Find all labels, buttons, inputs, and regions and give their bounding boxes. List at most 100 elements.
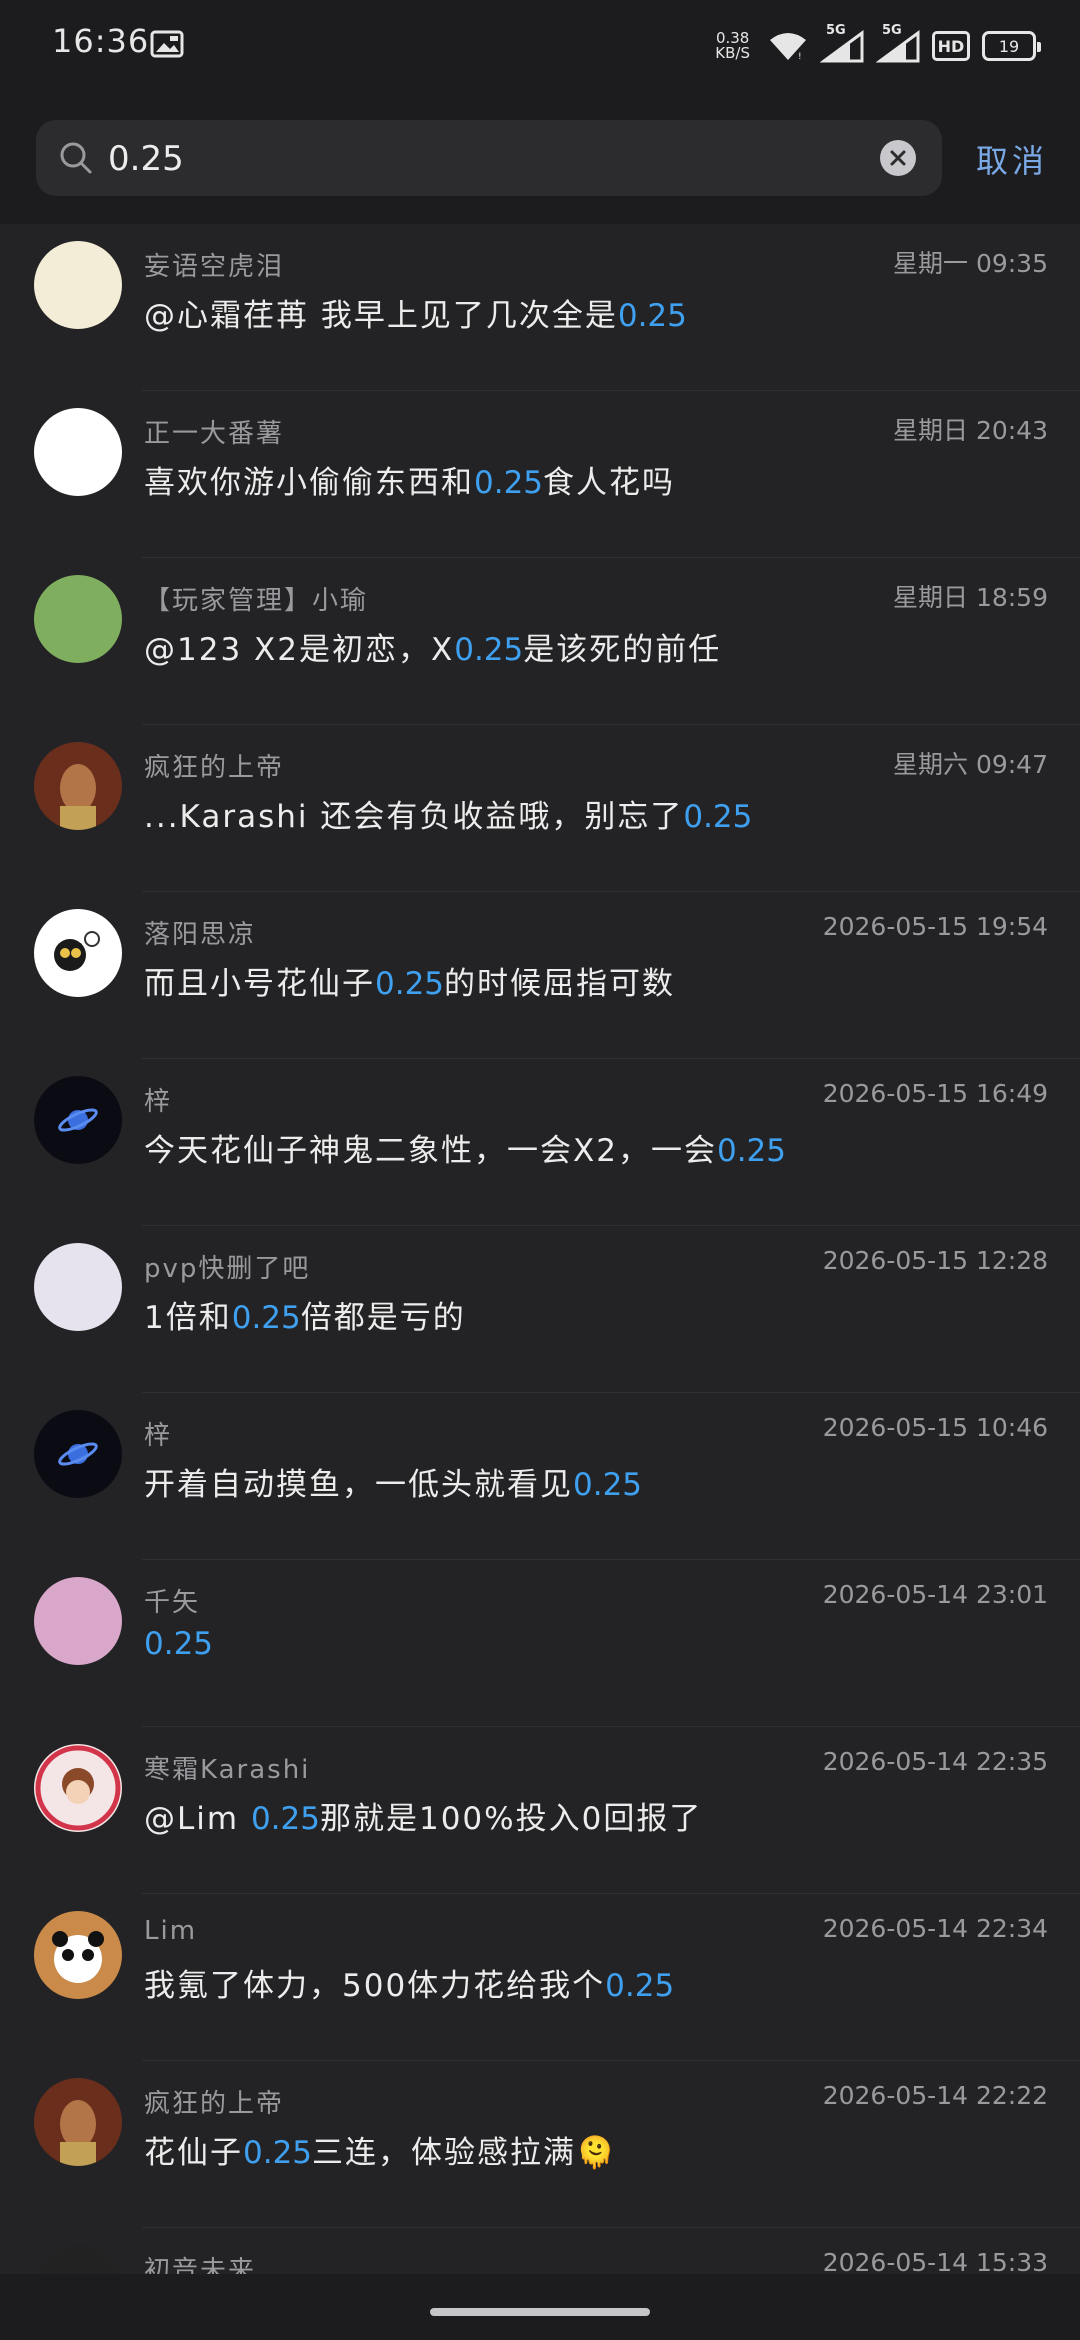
gallery-icon bbox=[150, 30, 184, 58]
signal-icon: 5G bbox=[819, 23, 864, 63]
avatar[interactable] bbox=[34, 575, 122, 663]
avatar[interactable] bbox=[34, 408, 122, 496]
search-icon bbox=[60, 142, 92, 174]
list-item[interactable]: 正一大番薯 星期日 20:43 喜欢你游小偷偷东西和0.25食人花吗 bbox=[0, 391, 1080, 558]
message-post: 三连，体验感拉满🫠 bbox=[312, 2135, 617, 2171]
message-text: @123 X2是初恋，X0.25是该死的前任 bbox=[144, 624, 721, 669]
search-input[interactable] bbox=[106, 120, 870, 198]
list-item[interactable]: 落阳思凉 2026-05-15 19:54 而且小号花仙子0.25的时候屈指可数 bbox=[0, 892, 1080, 1059]
sender-name: 寒霜Karashi bbox=[144, 1755, 311, 1785]
message-time: 星期日 18:59 bbox=[893, 583, 1048, 612]
search-highlight: 0.25 bbox=[683, 799, 753, 835]
cancel-button[interactable]: 取消 bbox=[976, 136, 1048, 182]
message-time: 星期一 09:35 bbox=[893, 249, 1048, 278]
message-text: @Lim 0.25那就是100%投入0回报了 bbox=[144, 1793, 702, 1838]
message-pre: 1倍和 bbox=[144, 1300, 232, 1336]
message-time: 2026-05-15 19:54 bbox=[822, 912, 1048, 941]
avatar[interactable] bbox=[34, 1911, 122, 1999]
message-pre: 而且小号花仙子 bbox=[144, 966, 375, 1002]
status-bar: 16:36 0.38 KB/S ! 5G 5G HD 19 bbox=[0, 0, 1080, 92]
list-item[interactable]: 梓 2026-05-15 10:46 开着自动摸鱼，一低头就看见0.25 bbox=[0, 1393, 1080, 1560]
message-text: 花仙子0.25三连，体验感拉满🫠 bbox=[144, 2127, 617, 2172]
message-time: 星期六 09:47 bbox=[893, 750, 1048, 779]
message-time: 2026-05-14 23:01 bbox=[822, 1580, 1048, 1609]
search-highlight: 0.25 bbox=[454, 632, 524, 668]
avatar[interactable] bbox=[34, 2078, 122, 2166]
search-header: 取消 bbox=[0, 100, 1080, 224]
search-highlight: 0.25 bbox=[231, 1300, 301, 1336]
sender-name: 千矢 bbox=[144, 1588, 201, 1618]
message-time: 2026-05-15 12:28 bbox=[822, 1246, 1048, 1275]
message-time: 2026-05-14 22:34 bbox=[822, 1914, 1048, 1943]
signal-icon: 5G bbox=[875, 23, 920, 63]
message-text: ...Karashi 还会有负收益哦，别忘了0.25 bbox=[144, 791, 752, 836]
message-time: 2026-05-15 10:46 bbox=[822, 1413, 1048, 1442]
search-highlight: 0.25 bbox=[144, 1626, 214, 1662]
list-item[interactable]: pvp快删了吧 2026-05-15 12:28 1倍和0.25倍都是亏的 bbox=[0, 1226, 1080, 1393]
network-speed: 0.38 KB/S bbox=[715, 31, 750, 61]
search-highlight: 0.25 bbox=[250, 1801, 320, 1837]
avatar[interactable] bbox=[34, 2245, 122, 2274]
search-results-list[interactable]: 妄语空虎泪 星期一 09:35 @心霜荏苒 我早上见了几次全是0.25 正一大番薯 星期… bbox=[0, 224, 1080, 2274]
list-item[interactable]: 【玩家管理】小瑜 星期日 18:59 @123 X2是初恋，X0.25是该死的前任 bbox=[0, 558, 1080, 725]
message-pre: 开着自动摸鱼，一低头就看见 bbox=[144, 1467, 573, 1503]
message-post: 的时候屈指可数 bbox=[444, 966, 676, 1002]
avatar[interactable] bbox=[34, 1410, 122, 1498]
message-text: 0.25 bbox=[144, 1626, 213, 1662]
wifi-icon: ! bbox=[770, 33, 806, 62]
search-highlight: 0.25 bbox=[375, 966, 445, 1002]
search-highlight: 0.25 bbox=[605, 1968, 675, 2004]
message-pre: 我氪了体力，500体力花给我个 bbox=[144, 1968, 606, 2004]
avatar[interactable] bbox=[34, 742, 122, 830]
message-post: 食人花吗 bbox=[543, 465, 676, 501]
avatar[interactable] bbox=[34, 1577, 122, 1665]
message-pre: @Lim bbox=[144, 1801, 251, 1837]
navigation-bar bbox=[0, 2274, 1080, 2340]
list-item[interactable]: 疯狂的上帝 星期六 09:47 ...Karashi 还会有负收益哦，别忘了0.25 bbox=[0, 725, 1080, 892]
search-highlight: 0.25 bbox=[617, 298, 687, 334]
list-item[interactable]: 初音未来 2026-05-14 15:33 bbox=[0, 2228, 1080, 2274]
search-highlight: 0.25 bbox=[474, 465, 544, 501]
avatar[interactable] bbox=[34, 1076, 122, 1164]
status-time: 16:36 bbox=[52, 22, 150, 60]
avatar[interactable] bbox=[34, 1744, 122, 1832]
message-post: 那就是100%投入0回报了 bbox=[319, 1801, 703, 1837]
avatar[interactable] bbox=[34, 1243, 122, 1331]
list-item[interactable]: 寒霜Karashi 2026-05-14 22:35 @Lim 0.25那就是100… bbox=[0, 1727, 1080, 1894]
message-post: 是该死的前任 bbox=[523, 632, 722, 668]
avatar[interactable] bbox=[34, 241, 122, 329]
message-text: @心霜荏苒 我早上见了几次全是0.25 bbox=[144, 290, 687, 335]
sender-name: 梓 bbox=[144, 1421, 173, 1451]
message-pre: 今天花仙子神鬼二象性，一会X2，一会 bbox=[144, 1133, 717, 1169]
message-time: 2026-05-14 15:33 bbox=[822, 2248, 1048, 2274]
clear-search-button[interactable] bbox=[880, 140, 916, 176]
message-pre: ...Karashi 还会有负收益哦，别忘了 bbox=[144, 799, 684, 835]
message-text: 今天花仙子神鬼二象性，一会X2，一会0.25 bbox=[144, 1125, 786, 1170]
sender-name: 落阳思凉 bbox=[144, 920, 257, 950]
list-item[interactable]: Lim 2026-05-14 22:34 我氪了体力，500体力花给我个0.25 bbox=[0, 1894, 1080, 2061]
avatar[interactable] bbox=[34, 909, 122, 997]
message-text: 开着自动摸鱼，一低头就看见0.25 bbox=[144, 1459, 642, 1504]
message-pre: @123 X2是初恋，X bbox=[144, 632, 455, 668]
list-item[interactable]: 妄语空虎泪 星期一 09:35 @心霜荏苒 我早上见了几次全是0.25 bbox=[0, 224, 1080, 391]
sender-name: 初音未来 bbox=[144, 2256, 257, 2274]
search-highlight: 0.25 bbox=[243, 2135, 313, 2171]
message-time: 2026-05-14 22:35 bbox=[822, 1747, 1048, 1776]
message-text: 而且小号花仙子0.25的时候屈指可数 bbox=[144, 958, 675, 1003]
message-time: 星期日 20:43 bbox=[893, 416, 1048, 445]
close-icon bbox=[890, 150, 906, 166]
list-item[interactable]: 疯狂的上帝 2026-05-14 22:22 花仙子0.25三连，体验感拉满🫠 bbox=[0, 2061, 1080, 2228]
sender-name: 疯狂的上帝 bbox=[144, 753, 285, 783]
sender-name: 疯狂的上帝 bbox=[144, 2089, 285, 2119]
list-item[interactable]: 千矢 2026-05-14 23:01 0.25 bbox=[0, 1560, 1080, 1727]
message-pre: 花仙子 bbox=[144, 2135, 243, 2171]
message-time: 2026-05-15 16:49 bbox=[822, 1079, 1048, 1108]
message-text: 我氪了体力，500体力花给我个0.25 bbox=[144, 1960, 674, 2005]
search-highlight: 0.25 bbox=[716, 1133, 786, 1169]
search-box[interactable] bbox=[36, 120, 942, 198]
message-pre: @心霜荏苒 我早上见了几次全是 bbox=[144, 298, 618, 334]
list-item[interactable]: 梓 2026-05-15 16:49 今天花仙子神鬼二象性，一会X2，一会0.25 bbox=[0, 1059, 1080, 1226]
sender-name: 妄语空虎泪 bbox=[144, 252, 285, 282]
search-highlight: 0.25 bbox=[573, 1467, 643, 1503]
home-indicator[interactable] bbox=[430, 2308, 650, 2316]
